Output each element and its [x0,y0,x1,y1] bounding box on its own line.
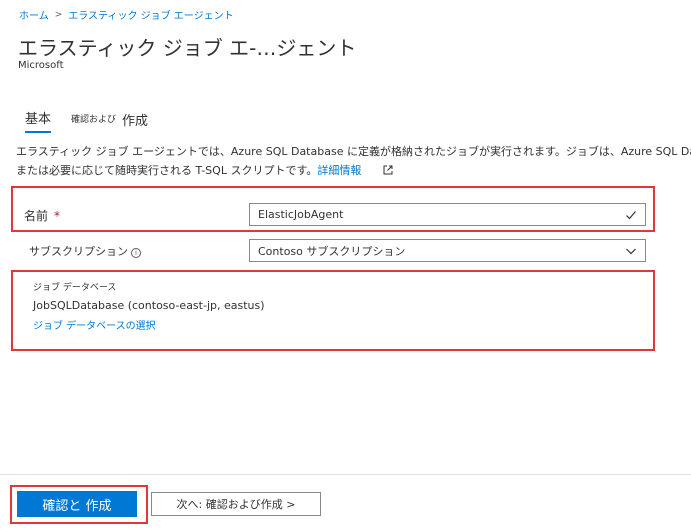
external-link-icon[interactable] [383,162,393,181]
breadcrumb: ホーム > エラスティック ジョブ エージェント [19,7,234,23]
info-icon[interactable]: i [131,248,141,258]
review-create-button[interactable]: 確認と 作成 [17,491,137,517]
name-input[interactable] [258,208,625,221]
page-title: エラスティック ジョブ エ-…ジェント [18,36,357,60]
next-review-create-button[interactable]: 次へ: 確認および作成 > [151,492,321,516]
required-asterisk: * [54,209,61,223]
breadcrumb-current-link[interactable]: エラスティック ジョブ エージェント [68,7,233,22]
wizard-tabs: 基本 確認および 作成 [25,108,148,133]
publisher-label: Microsoft [18,60,64,71]
job-database-title: ジョブ データベース [33,283,117,293]
subscription-label-text: サブスクリプション [29,245,128,258]
learn-more-link[interactable]: 詳細情報 [317,164,361,177]
description: エラスティック ジョブ エージェントでは、Azure SQL Database … [16,142,691,181]
name-label: 名前 * [24,207,60,224]
subscription-label: サブスクリプション i [29,243,141,259]
select-job-database-link[interactable]: ジョブ データベースの選択 [33,317,156,332]
tab-review-create[interactable]: 確認および 作成 [71,110,148,133]
description-text: または必要に応じて随時実行される T-SQL スクリプトです。 [16,164,318,177]
subscription-select[interactable]: Contoso サブスクリプション [249,239,646,262]
tab-review-label: 確認および [71,115,117,125]
tab-basics[interactable]: 基本 [25,108,52,133]
subscription-value: Contoso サブスクリプション [258,244,406,258]
name-label-text: 名前 [24,209,49,223]
job-database-value: JobSQLDatabase (contoso-east-jp, eastus) [33,299,265,312]
breadcrumb-home-link[interactable]: ホーム [19,7,49,22]
check-icon [626,210,636,219]
description-line-1: エラスティック ジョブ エージェントでは、Azure SQL Database … [16,145,691,158]
tab-create-label: 作成 [122,114,149,129]
chevron-down-icon [626,248,636,254]
description-line-2: または必要に応じて随時実行される T-SQL スクリプトです。詳細情報 [16,161,691,181]
footer-divider [0,474,691,475]
breadcrumb-separator: > [54,9,63,20]
name-input-container[interactable] [249,203,646,226]
